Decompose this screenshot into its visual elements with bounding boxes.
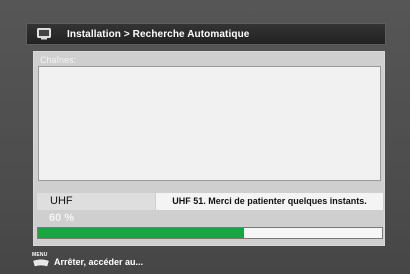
tv-screen: Installation > Recherche Automatique Cha… <box>0 0 410 274</box>
menu-key-label: MENU <box>32 252 48 258</box>
hint-bar: MENU Arrêter, accéder au... <box>32 252 143 268</box>
status-message: UHF 51. Merci de patienter quelques inst… <box>156 193 383 210</box>
menu-key[interactable]: MENU <box>32 252 50 268</box>
hint-text: Arrêter, accéder au... <box>54 257 144 267</box>
tv-icon <box>37 28 51 40</box>
progress-percent: 60 % <box>49 212 75 224</box>
channel-list[interactable] <box>38 66 381 181</box>
progress-bar <box>37 227 383 239</box>
progress-fill <box>38 228 245 238</box>
band-label: UHF <box>37 193 155 210</box>
channels-label: Chaînes: <box>40 55 77 65</box>
title-bar: Installation > Recherche Automatique <box>26 23 386 45</box>
remote-key-icon <box>33 259 49 267</box>
scan-panel: Chaînes: UHF UHF 51. Merci de patienter … <box>33 51 385 246</box>
page-title: Installation > Recherche Automatique <box>67 28 250 40</box>
